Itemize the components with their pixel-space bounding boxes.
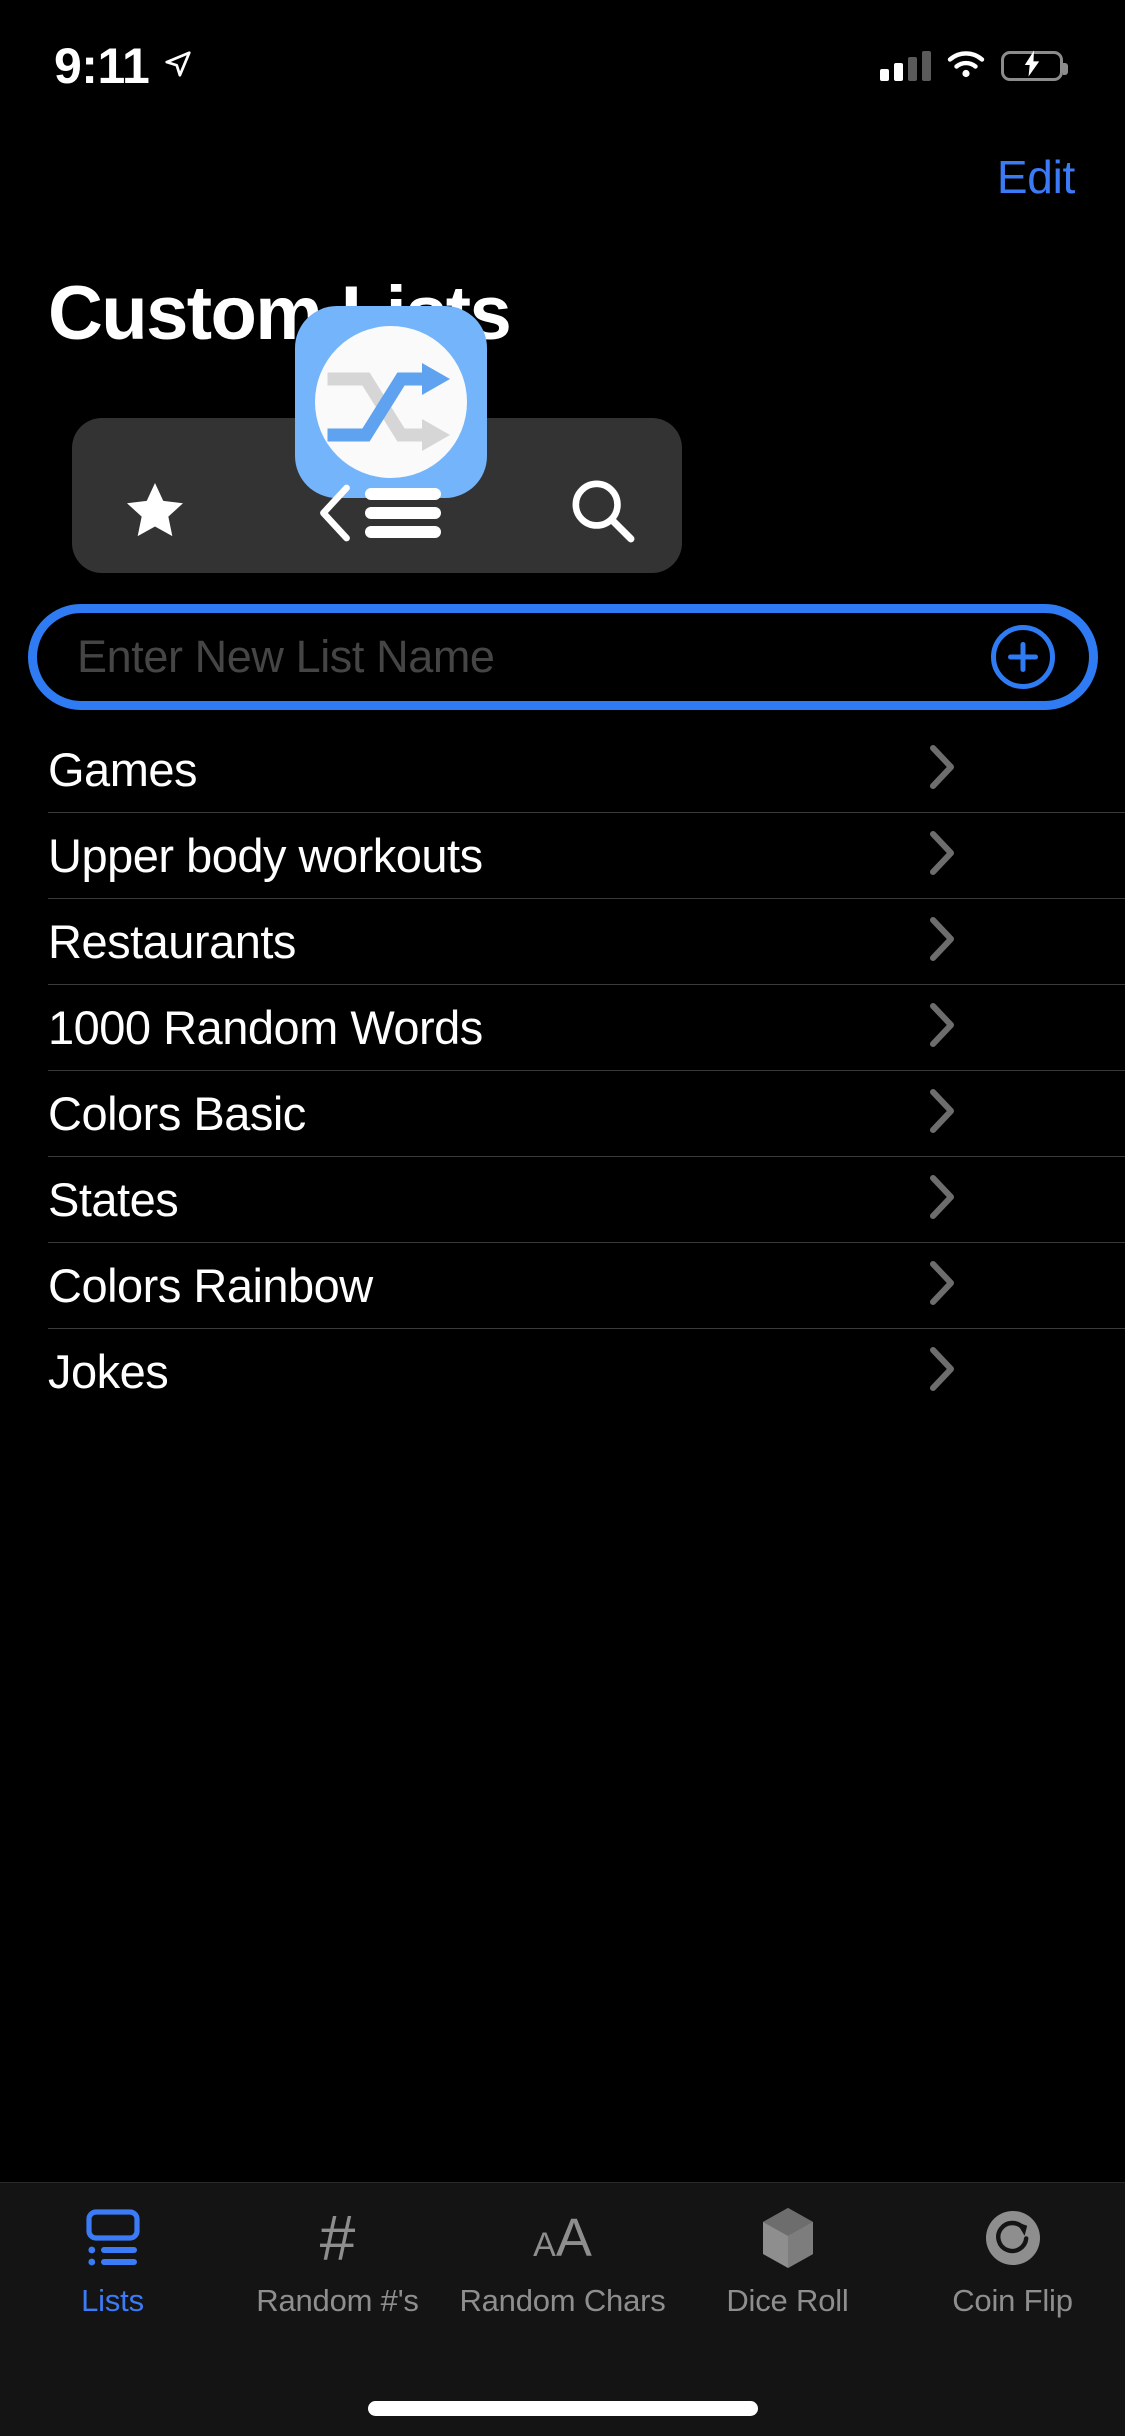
tab-random-numbers[interactable]: # Random #'s	[225, 2202, 450, 2319]
tab-lists[interactable]: Lists	[0, 2207, 225, 2319]
search-icon	[570, 478, 636, 549]
location-arrow-icon	[163, 49, 193, 84]
list-item-label: Restaurants	[48, 914, 296, 968]
text-size-icon: AA	[533, 2208, 592, 2268]
tab-label: Coin Flip	[952, 2283, 1073, 2318]
status-bar: 9:11	[0, 0, 1125, 132]
chevron-right-icon	[929, 1088, 955, 1139]
list-item[interactable]: Jokes	[0, 1328, 1125, 1414]
home-indicator	[367, 2401, 758, 2416]
tab-random-chars[interactable]: AA Random Chars	[450, 2207, 675, 2319]
tab-dice-roll[interactable]: Dice Roll	[675, 2207, 900, 2319]
chevron-right-icon	[929, 1002, 955, 1053]
custom-lists-table[interactable]: Games Upper body workouts Restaurants 10…	[0, 726, 1125, 2182]
shuffle-arrows-glyph	[327, 363, 450, 451]
tab-bar: Lists # Random #'s AA Random Chars Dice …	[0, 2182, 1125, 2436]
tab-label: Random #'s	[256, 2283, 419, 2318]
cube-dice-icon	[761, 2207, 815, 2269]
battery-charging-icon	[1001, 50, 1068, 81]
list-item-label: 1000 Random Words	[48, 1000, 483, 1054]
new-list-name-input[interactable]	[37, 613, 991, 701]
list-item[interactable]: Colors Basic	[0, 1070, 1125, 1156]
favorite-star-button[interactable]	[72, 479, 293, 548]
cellular-signal-icon	[880, 51, 931, 81]
favorite-star-icon	[122, 479, 188, 548]
status-bar-left: 9:11	[54, 41, 193, 91]
list-item[interactable]: Colors Rainbow	[0, 1242, 1125, 1328]
hash-icon: #	[319, 2202, 356, 2274]
list-item[interactable]: States	[0, 1156, 1125, 1242]
list-item-label: Upper body workouts	[48, 828, 483, 882]
search-button[interactable]	[465, 478, 682, 549]
list-item[interactable]: 1000 Random Words	[0, 984, 1125, 1070]
list-item[interactable]: Upper body workouts	[0, 812, 1125, 898]
new-list-field[interactable]	[28, 604, 1098, 710]
edit-button[interactable]: Edit	[997, 150, 1075, 204]
app-promo-card	[72, 306, 682, 573]
list-item-label: Games	[48, 742, 198, 796]
tab-label: Dice Roll	[726, 2283, 849, 2318]
list-item-label: Colors Basic	[48, 1086, 306, 1140]
list-item-label: Colors Rainbow	[48, 1258, 373, 1312]
status-bar-time: 9:11	[54, 38, 150, 94]
list-item[interactable]: Restaurants	[0, 898, 1125, 984]
back-to-list-icon	[317, 484, 441, 542]
plus-circle-icon[interactable]	[991, 625, 1055, 689]
tab-coin-flip[interactable]: Coin Flip	[900, 2207, 1125, 2319]
list-view-icon	[85, 2207, 141, 2269]
list-item[interactable]: Games	[0, 726, 1125, 812]
coin-flip-icon	[984, 2207, 1042, 2269]
chevron-right-icon	[929, 830, 955, 881]
chevron-right-icon	[929, 916, 955, 967]
chevron-right-icon	[929, 1346, 955, 1397]
tab-label: Lists	[81, 2283, 144, 2318]
back-to-list-button[interactable]	[293, 484, 464, 542]
chevron-right-icon	[929, 1260, 955, 1311]
tab-label: Random Chars	[459, 2283, 666, 2318]
navigation-bar: Edit	[0, 132, 1125, 222]
chevron-right-icon	[929, 1174, 955, 1225]
status-bar-right	[880, 50, 1068, 83]
list-item-label: States	[48, 1172, 179, 1226]
wifi-icon	[947, 50, 985, 83]
app-card-toolbar	[72, 453, 682, 573]
chevron-right-icon	[929, 744, 955, 795]
list-item-label: Jokes	[48, 1344, 169, 1398]
